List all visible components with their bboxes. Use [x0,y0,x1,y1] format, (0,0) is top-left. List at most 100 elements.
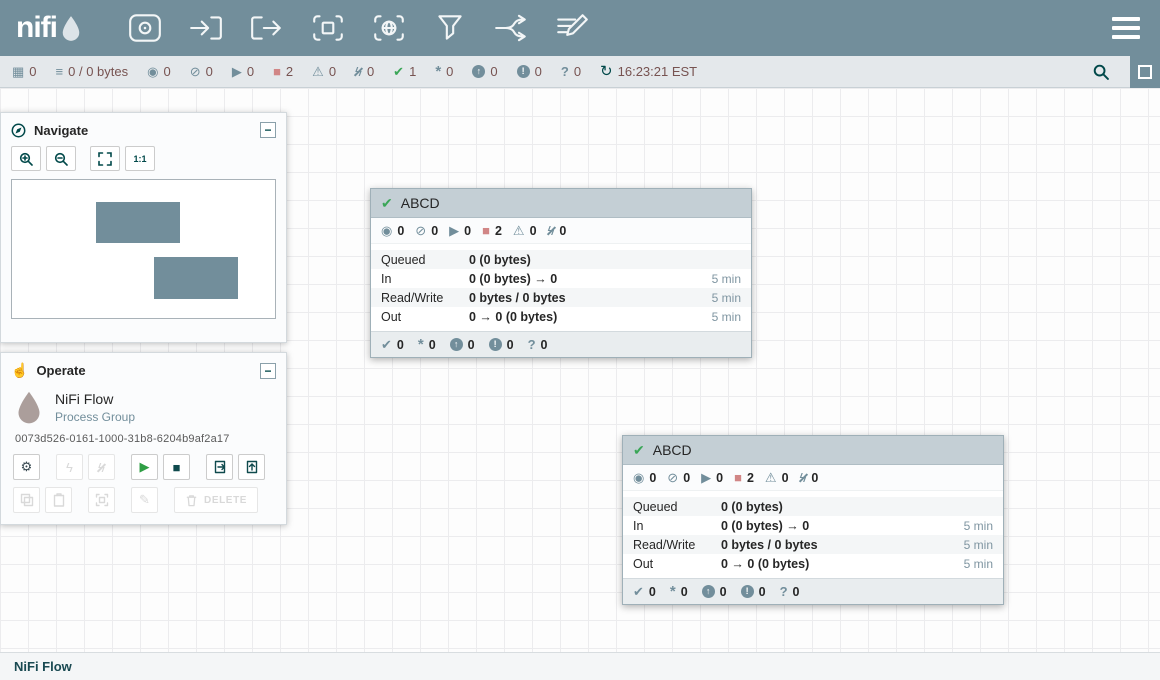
nifi-app: nifi [0,0,1160,680]
up-to-date-stat: ✔0 [381,338,404,352]
zoom-out-icon[interactable] [46,146,76,171]
not-transmitting-stat: ⊘0 [415,224,438,238]
template-icon[interactable] [492,11,530,45]
sync-failure-status: ?0 [561,64,581,79]
search-icon[interactable] [1088,59,1114,85]
not-transmitting-icon: ⊘ [190,65,201,78]
disabled-icon: ϟ [800,471,807,484]
start-icon[interactable]: ▶ [131,454,158,480]
process-group-component[interactable]: ✔ ABCD ◉0 ⊘0 ▶0 ■2 ⚠0 ϟ0 Queued0 (0 byte… [370,188,752,358]
sync-failure-stat: ?0 [528,338,548,352]
invalid-status: ⚠0 [312,64,336,79]
disabled-status: ϟ0 [355,64,374,79]
up-to-date-icon: ✔ [381,196,393,210]
zoom-in-icon[interactable] [11,146,41,171]
locally-modified-and-stale-status: !0 [517,64,542,79]
edit-icon[interactable]: ✎ [131,487,158,513]
nifi-logo: nifi [16,13,82,43]
stale-icon: ↑ [702,585,715,598]
sync-failure-icon: ? [528,338,536,351]
operate-flow-summary: NiFi Flow Process Group [1,385,286,425]
process-group-version-footer: ✔0 *0 ↑0 !0 ?0 [623,578,1003,604]
upload-template-icon[interactable] [238,454,265,480]
operate-buttons-row-2: ✎ DELETE [1,487,286,513]
process-group-version-footer: ✔0 *0 ↑0 !0 ?0 [371,331,751,357]
copy-icon[interactable] [13,487,40,513]
locally-modified-status: *0 [435,64,453,79]
stale-status: ↑0 [472,64,497,79]
hand-pointer-icon: ☝ [11,362,28,379]
table-row: Read/Write0 bytes / 0 bytes5 min [371,288,751,307]
paste-icon[interactable] [45,487,72,513]
group-icon[interactable] [88,487,115,513]
table-row: Read/Write0 bytes / 0 bytes5 min [623,535,1003,554]
stale-stat: ↑0 [450,338,475,352]
label-icon[interactable] [553,11,591,45]
collapse-icon[interactable]: − [260,363,276,379]
enable-icon[interactable]: ϟ [56,454,83,480]
output-port-icon[interactable] [248,11,286,45]
queued-icon: ≡ [56,65,64,78]
process-group-component[interactable]: ✔ ABCD ◉0 ⊘0 ▶0 ■2 ⚠0 ϟ0 Queued0 (0 byte… [622,435,1004,605]
transmitting-icon: ◉ [633,471,644,484]
delete-button[interactable]: DELETE [174,487,258,513]
funnel-icon[interactable] [431,11,469,45]
processor-icon[interactable] [126,11,164,45]
create-template-icon[interactable] [206,454,233,480]
process-group-icon[interactable] [309,11,347,45]
invalid-stat: ⚠0 [513,224,537,238]
locally-modified-icon: * [670,584,676,599]
zoom-fit-icon[interactable] [90,146,120,171]
operate-panel: ☝ Operate − NiFi Flow Process Group 0073… [0,352,287,525]
operate-flow-name: NiFi Flow [55,391,135,407]
refresh-status: ↻ 16:23:21 EST [600,64,697,79]
stopped-stat: ■2 [734,471,754,485]
actual-size-icon[interactable]: 1:1 [125,146,155,171]
invalid-icon: ⚠ [513,224,525,237]
locally-modified-icon: * [435,64,441,79]
table-row: Queued0 (0 bytes) [623,497,1003,516]
input-port-icon[interactable] [187,11,225,45]
locally-modified-stat: *0 [670,584,688,599]
transmitting-icon: ◉ [381,224,392,237]
configuration-icon[interactable]: ⚙ [13,454,40,480]
stop-icon[interactable]: ■ [163,454,190,480]
invalid-stat: ⚠0 [765,471,789,485]
process-group-header: ✔ ABCD [623,436,1003,465]
running-icon: ▶ [232,65,242,78]
stale-stat: ↑0 [702,585,727,599]
disabled-icon: ϟ [548,224,555,237]
collapse-icon[interactable]: − [260,122,276,138]
breadcrumb[interactable]: NiFi Flow [14,659,72,674]
operate-panel-header: ☝ Operate − [1,353,286,385]
stopped-status: ■2 [273,64,293,79]
disable-icon[interactable]: ϟ [88,454,115,480]
running-stat: ▶0 [701,471,723,485]
table-row: Out0 → 0 (0 bytes)5 min [623,554,1003,573]
not-transmitting-stat: ⊘0 [667,471,690,485]
sync-failure-icon: ? [780,585,788,598]
disabled-stat: ϟ0 [548,224,567,238]
process-group-name: ABCD [653,442,692,458]
process-group-header: ✔ ABCD [371,189,751,218]
transmitting-stat: ◉0 [633,471,656,485]
birdseye-minimap[interactable] [11,179,276,319]
running-status: ▶0 [232,64,254,79]
remote-process-group-icon[interactable] [370,11,408,45]
active-threads-icon: ▦ [12,65,24,78]
top-toolbar: nifi [0,0,1160,56]
panel-toggle-icon[interactable] [1130,56,1160,88]
locally-modified-stat: *0 [418,337,436,352]
table-row: In0 (0 bytes) → 05 min [623,516,1003,535]
refresh-time: 16:23:21 EST [618,64,698,79]
up-to-date-icon: ✔ [381,338,392,351]
status-bar-right [1088,56,1160,88]
refresh-icon[interactable]: ↻ [600,64,613,79]
up-to-date-stat: ✔0 [633,585,656,599]
hamburger-menu-icon[interactable] [1108,13,1144,43]
nifi-logo-text: nifi [16,13,57,43]
stopped-icon: ■ [273,65,281,78]
minimap-process-group-2 [154,257,238,298]
navigate-panel-title: Navigate [34,123,88,138]
stopped-icon: ■ [734,471,742,484]
